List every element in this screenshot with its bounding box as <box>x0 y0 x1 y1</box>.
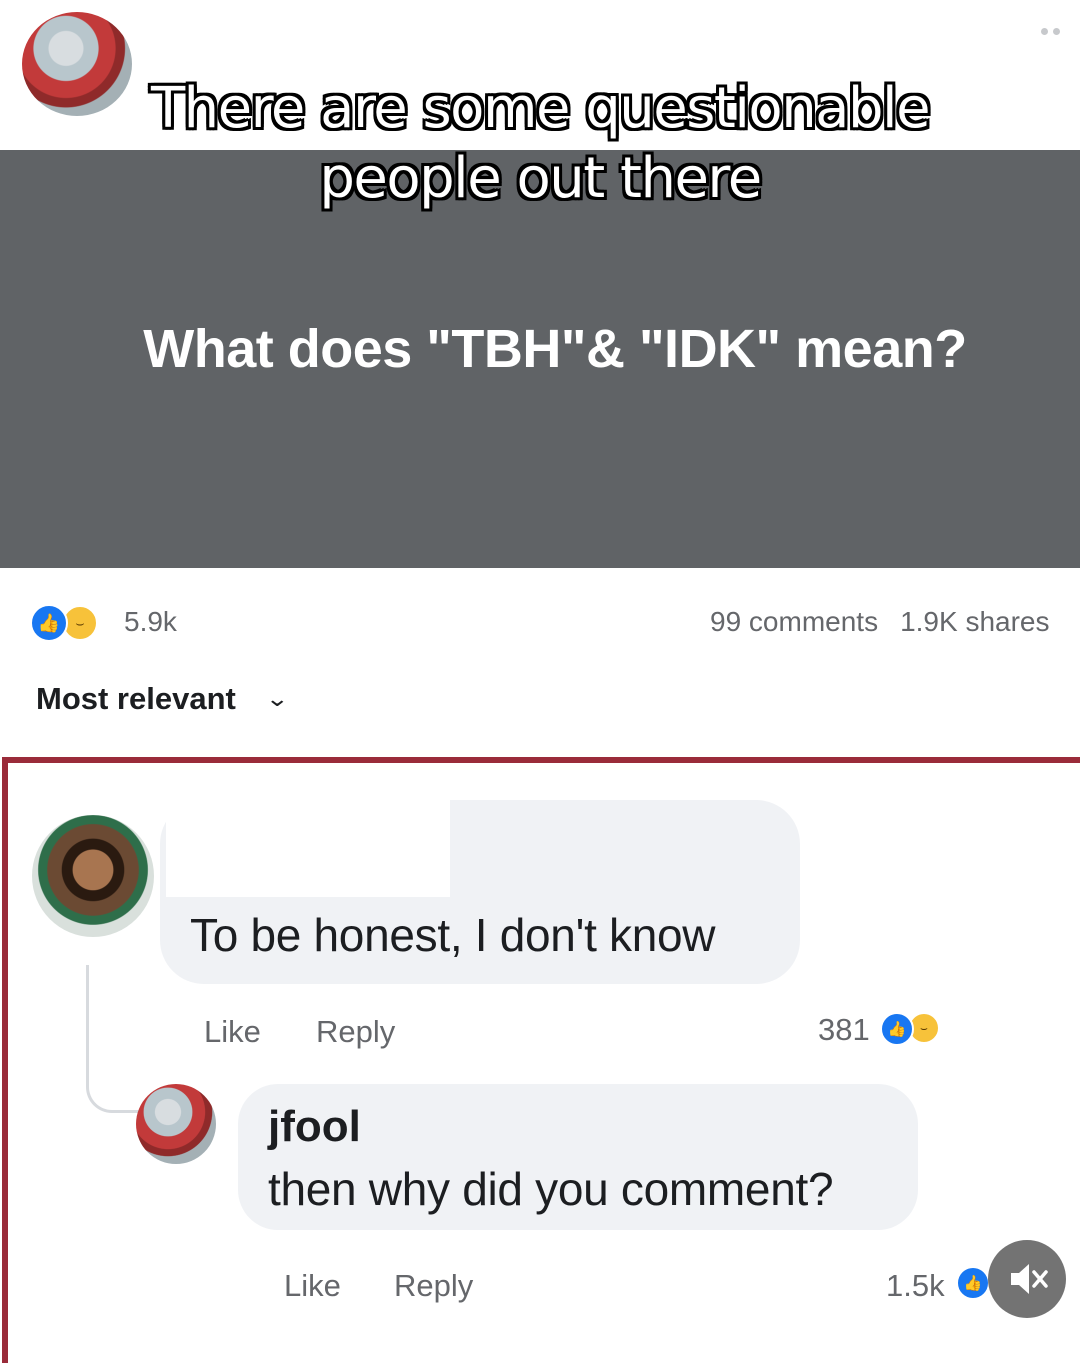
reply-reactions[interactable]: 👍 <box>956 1266 990 1300</box>
reply-author-avatar[interactable] <box>136 1084 216 1164</box>
post-question-text: What does "TBH"& "IDK" mean? <box>143 319 967 379</box>
comment-sort-dropdown[interactable]: Most relevant <box>36 681 236 717</box>
post-engagement-counts: 99 comments 1.9K shares <box>710 606 1050 638</box>
thread-connector <box>86 965 149 1113</box>
comments-count[interactable]: 99 comments <box>710 606 878 637</box>
like-reaction-icon: 👍 <box>956 1266 990 1300</box>
muted-speaker-glyph <box>1011 1264 1048 1294</box>
reply-reaction-count[interactable]: 1.5k <box>886 1268 945 1304</box>
comment-author-avatar[interactable] <box>32 815 154 937</box>
post-author-name-redacted <box>134 6 418 78</box>
overlay-caption-line-2: people out there <box>319 146 762 211</box>
comment-text: To be honest, I don't know <box>190 909 716 961</box>
reply-reply-button[interactable]: Reply <box>394 1268 473 1304</box>
reply-text: then why did you comment? <box>268 1163 834 1215</box>
comment-reaction-count[interactable]: 381 <box>818 1012 870 1048</box>
comment-reply-button[interactable]: Reply <box>316 1014 395 1050</box>
post-reactions[interactable]: 👍 ⌣ <box>30 604 98 642</box>
post-reaction-count[interactable]: 5.9k <box>124 606 177 638</box>
more-dots-icon[interactable] <box>1041 28 1060 35</box>
like-reaction-icon: 👍 <box>880 1012 914 1046</box>
overlay-caption-line-1: There are some questionable <box>150 76 931 141</box>
reply-author-name[interactable]: jfool <box>268 1102 361 1152</box>
comment-reactions[interactable]: 👍 ⌣ <box>880 1012 940 1046</box>
shares-count[interactable]: 1.9K shares <box>900 606 1049 637</box>
reply-like-button[interactable]: Like <box>284 1268 341 1304</box>
chevron-down-icon[interactable]: ⌄ <box>265 686 289 712</box>
comment-like-button[interactable]: Like <box>204 1014 261 1050</box>
like-reaction-icon: 👍 <box>30 604 68 642</box>
muted-speaker-icon[interactable] <box>988 1240 1066 1318</box>
overlay-caption: There are some questionable people out t… <box>0 74 1080 214</box>
comment-author-name-redacted <box>166 797 450 897</box>
